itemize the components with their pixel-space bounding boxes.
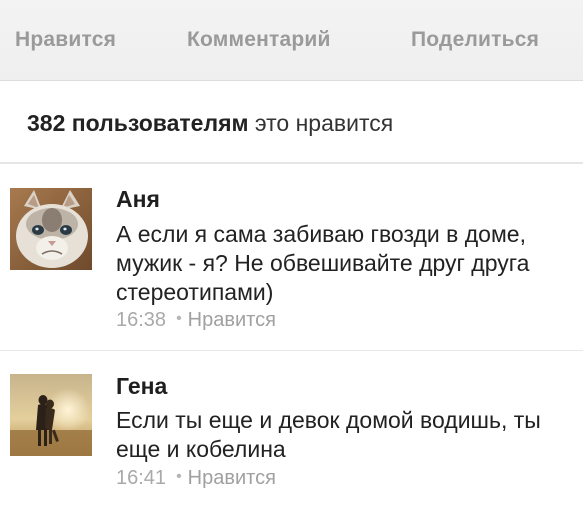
couple-sunset-avatar[interactable] bbox=[10, 374, 92, 456]
grumpy-cat-avatar[interactable] bbox=[10, 188, 92, 270]
separator-dot-icon: • bbox=[176, 468, 182, 485]
share-button[interactable]: Поделиться bbox=[411, 28, 539, 52]
action-bar: Нравится Комментарий Поделиться bbox=[0, 0, 583, 81]
post-feedback-panel: Нравится Комментарий Поделиться 382 поль… bbox=[0, 0, 583, 506]
comment-timestamp[interactable]: 16:41 bbox=[116, 467, 166, 489]
comment-meta: 16:41 • Нравится bbox=[116, 467, 276, 490]
likes-suffix: это нравится bbox=[254, 110, 394, 136]
separator-dot-icon: • bbox=[176, 310, 182, 327]
like-button[interactable]: Нравится bbox=[15, 28, 116, 52]
likes-summary: 382 пользователям это нравится bbox=[0, 81, 583, 164]
grumpy-cat-image bbox=[10, 188, 92, 270]
comment-author[interactable]: Аня bbox=[116, 186, 160, 213]
comment-like-link[interactable]: Нравится bbox=[188, 467, 276, 489]
likes-count-link[interactable]: 382 пользователям bbox=[27, 110, 249, 136]
comment-item: Аня А если я сама забиваю гвозди в доме,… bbox=[0, 164, 583, 351]
comment-meta: 16:38 • Нравится bbox=[116, 309, 276, 332]
comment-author[interactable]: Гена bbox=[116, 373, 167, 400]
comment-text: А если я сама забиваю гвозди в доме, муж… bbox=[116, 221, 530, 305]
comment-like-link[interactable]: Нравится bbox=[188, 309, 276, 331]
couple-sunset-image bbox=[10, 374, 92, 456]
comment-item: Гена Если ты еще и девок домой водишь, т… bbox=[0, 351, 583, 506]
comment-timestamp[interactable]: 16:38 bbox=[116, 309, 166, 331]
comment-text: Если ты еще и девок домой водишь, ты еще… bbox=[116, 407, 541, 462]
likes-summary-text: 382 пользователям это нравится bbox=[27, 110, 393, 137]
